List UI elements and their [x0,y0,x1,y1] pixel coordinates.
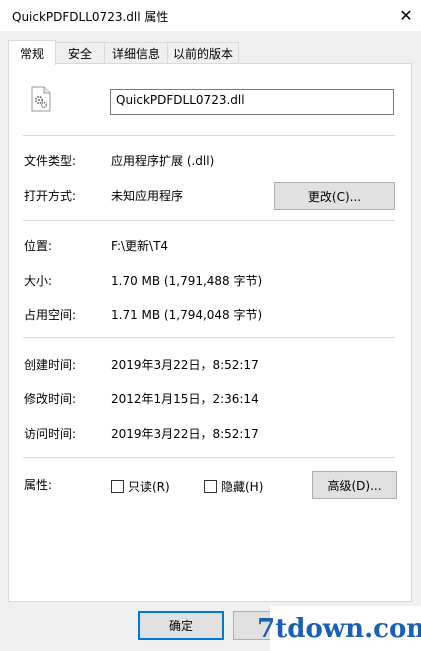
created-value: 2019年3月22日，8:52:17 [111,358,259,372]
open-with-value: 未知应用程序 [111,189,184,203]
ok-button[interactable]: 确定 [138,611,224,640]
file-type-value: 应用程序扩展 (.dll) [111,154,215,168]
title-bar: QuickPDFDLL0723.dll 属性 ✕ [0,0,421,31]
readonly-checkbox-box[interactable] [111,480,124,493]
tab-general[interactable]: 常规 [8,40,56,65]
readonly-checkbox-label: 只读(R) [128,480,170,494]
tab-label: 详细信息 [111,47,160,61]
close-icon: ✕ [399,6,413,25]
accessed-label: 访问时间: [24,427,77,441]
readonly-checkbox[interactable]: 只读(R) [111,478,170,495]
separator [23,457,395,458]
watermark-logo: 7tdown.com [257,606,421,651]
tab-previous-versions[interactable]: 以前的版本 [167,42,239,64]
open-with-label: 打开方式: [24,189,77,203]
hidden-checkbox[interactable]: 隐藏(H) [204,478,263,495]
file-type-label: 文件类型: [24,154,77,168]
hidden-checkbox-box[interactable] [204,480,217,493]
size-value: 1.70 MB (1,791,488 字节) [111,274,263,288]
location-value: F:\更新\T4 [111,239,169,253]
size-on-disk-value: 1.71 MB (1,794,048 字节) [111,308,263,322]
change-button[interactable]: 更改(C)... [274,182,395,210]
general-tab-panel: QuickPDFDLL0723.dll 文件类型: 应用程序扩展 (.dll) … [8,63,412,602]
accessed-value: 2019年3月22日，8:52:17 [111,427,259,441]
file-name-input[interactable]: QuickPDFDLL0723.dll [110,89,394,115]
created-label: 创建时间: [24,358,77,372]
tab-security[interactable]: 安全 [55,42,105,64]
size-label: 大小: [24,274,53,288]
tab-label: 常规 [19,46,44,61]
separator [23,135,395,136]
modified-label: 修改时间: [24,392,77,406]
size-on-disk-label: 占用空间: [24,308,77,322]
separator [23,220,395,221]
attributes-label: 属性: [24,478,53,492]
close-button[interactable]: ✕ [391,0,421,31]
tab-details[interactable]: 详细信息 [104,42,168,64]
dll-gear-file-icon [31,86,51,112]
location-label: 位置: [24,239,53,253]
tab-label: 以前的版本 [172,47,233,61]
hidden-checkbox-label: 隐藏(H) [221,480,264,494]
advanced-button[interactable]: 高级(D)... [312,471,397,499]
window-title: QuickPDFDLL0723.dll 属性 [12,10,169,24]
separator [23,337,395,338]
tab-label: 安全 [67,47,92,61]
modified-value: 2012年1月15日，2:36:14 [111,392,259,406]
